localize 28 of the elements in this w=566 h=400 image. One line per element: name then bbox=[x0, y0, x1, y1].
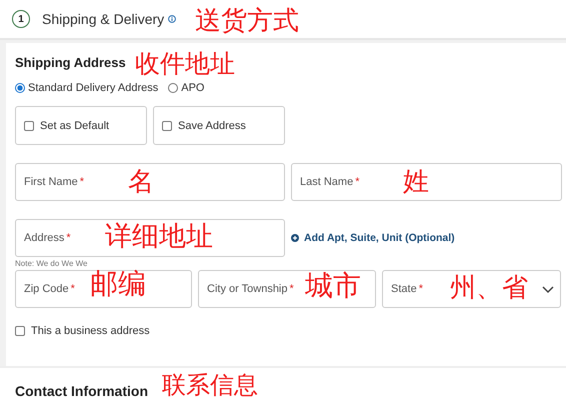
info-icon[interactable] bbox=[168, 15, 176, 23]
annotation: 联系信息 bbox=[162, 373, 258, 397]
annotation: 邮编 bbox=[90, 270, 146, 298]
plus-icon bbox=[291, 234, 299, 242]
section-heading: Contact Information bbox=[15, 383, 148, 399]
checkbox[interactable] bbox=[24, 120, 34, 130]
radio-label[interactable]: Standard Delivery Address bbox=[28, 82, 158, 94]
add-link[interactable]: Add Apt, Suite, Unit (Optional) bbox=[291, 232, 455, 244]
annotation: 名 bbox=[128, 169, 154, 195]
section-heading: Shipping Address bbox=[15, 55, 126, 70]
checkbox[interactable] bbox=[162, 120, 172, 130]
radio-label[interactable]: APO bbox=[181, 82, 204, 94]
note-text: Note: We do We We bbox=[15, 259, 88, 268]
radio-button[interactable] bbox=[168, 83, 178, 93]
annotation: 送货方式 bbox=[195, 8, 299, 34]
checkbox-card[interactable]: Save Address bbox=[153, 106, 285, 145]
checkbox[interactable] bbox=[15, 326, 25, 336]
annotation: 州、省 bbox=[450, 275, 528, 301]
annotation: 详细地址 bbox=[105, 223, 213, 250]
section-title: Shipping & Delivery bbox=[42, 11, 164, 27]
annotation: 城市 bbox=[305, 272, 361, 300]
checkbox-label[interactable]: This a business address bbox=[31, 325, 150, 337]
annotation: 收件地址 bbox=[135, 51, 235, 76]
chevron-down-icon bbox=[542, 286, 554, 294]
checkbox-card[interactable]: Set as Default bbox=[15, 106, 147, 145]
annotation: 姓 bbox=[403, 169, 429, 195]
step-number: 1 bbox=[12, 10, 30, 28]
radio-button[interactable] bbox=[15, 83, 25, 93]
